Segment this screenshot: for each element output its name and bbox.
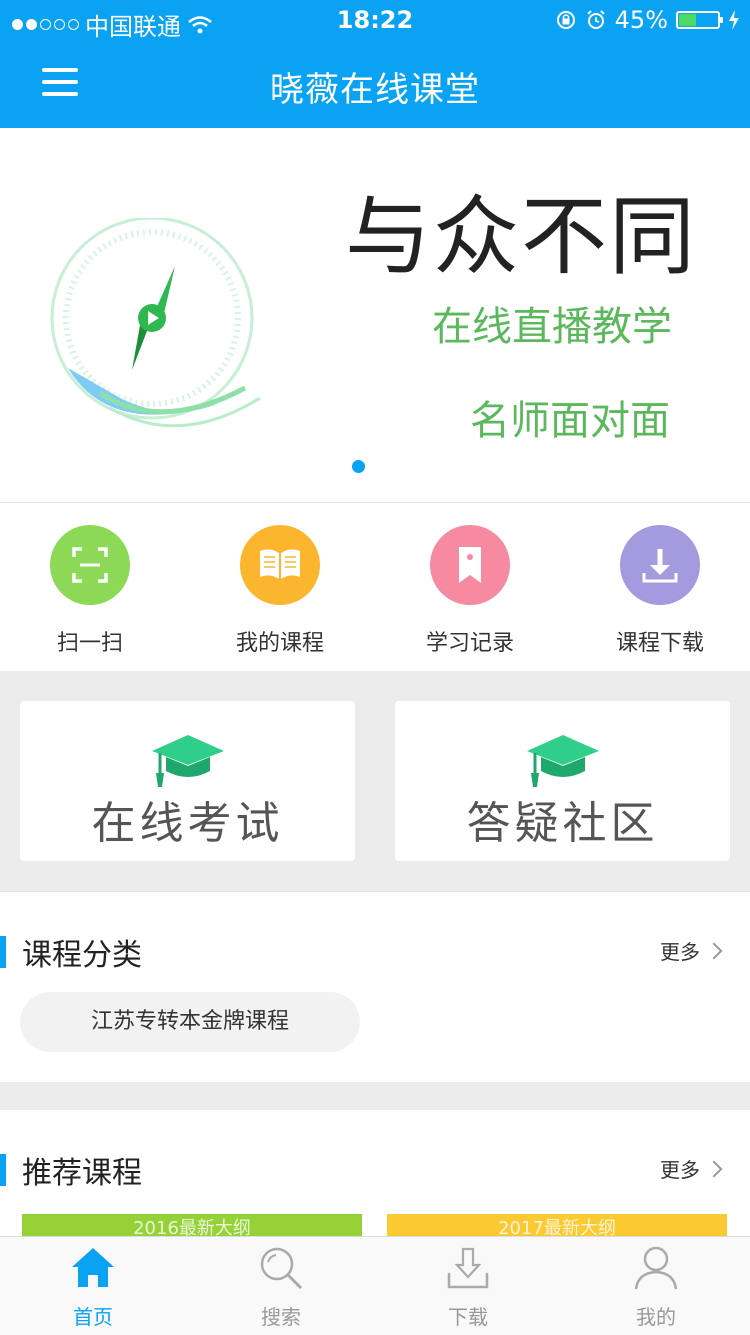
online-exam-label: 在线考试	[91, 798, 284, 849]
battery-icon	[676, 11, 723, 29]
bookmark-icon	[430, 525, 510, 605]
quick-action-label: 我的课程	[235, 631, 324, 656]
more-link[interactable]: 更多	[660, 936, 723, 965]
quick-action-my-courses[interactable]: 我的课程	[195, 525, 365, 657]
home-icon	[72, 1248, 114, 1287]
graduation-cap-icon	[20, 733, 355, 789]
quick-action-study-records[interactable]: 学习记录	[385, 525, 555, 657]
tab-label: 下载	[448, 1305, 488, 1329]
online-exam-card[interactable]: 在线考试	[20, 701, 355, 861]
tab-download[interactable]: 下载	[408, 1245, 528, 1330]
feature-cards-area: 在线考试 答疑社区	[0, 671, 750, 892]
search-icon	[260, 1247, 303, 1290]
download-icon	[620, 525, 700, 605]
quick-action-label: 扫一扫	[56, 631, 123, 656]
tab-search[interactable]: 搜索	[221, 1245, 341, 1330]
section-header: 课程分类 更多	[0, 924, 750, 984]
alarm-icon	[586, 10, 605, 29]
tab-label: 首页	[73, 1305, 113, 1329]
section-accent-bar	[0, 1154, 6, 1186]
compass-play-logo	[50, 218, 261, 428]
nav-bar: 晓薇在线课堂	[0, 40, 750, 128]
section-title: 推荐课程	[22, 1156, 142, 1191]
chevron-right-icon	[705, 942, 723, 959]
section-title: 课程分类	[22, 938, 142, 973]
status-bar: 中国联通 18:22 45%	[0, 0, 750, 41]
section-header: 推荐课程 更多	[0, 1142, 750, 1202]
course-category-section: 课程分类 更多 江苏专转本金牌课程	[0, 892, 750, 1082]
quick-action-scan[interactable]: 扫一扫	[5, 525, 175, 657]
graduation-cap-icon	[395, 733, 730, 789]
more-label: 更多	[660, 940, 700, 964]
quick-actions: 扫一扫 我的课程 学习记录 课程下载	[0, 503, 750, 671]
download-tray-icon	[447, 1247, 489, 1289]
section-accent-bar	[0, 936, 6, 968]
banner-carousel[interactable]: 与众不同 在线直播教学 名师面对面	[0, 128, 750, 503]
status-right: 45%	[555, 6, 740, 34]
more-label: 更多	[660, 1158, 700, 1182]
chevron-right-icon	[705, 1160, 723, 1177]
book-icon	[240, 525, 320, 605]
tab-bar: 首页 搜索 下载 我的	[0, 1236, 750, 1335]
banner-line-2: 名师面对面	[470, 398, 670, 444]
quick-action-label: 课程下载	[615, 631, 704, 656]
banner-headline: 与众不同	[345, 187, 697, 287]
category-chip[interactable]: 江苏专转本金牌课程	[20, 992, 360, 1052]
more-link[interactable]: 更多	[660, 1154, 723, 1183]
tab-label: 我的	[636, 1305, 676, 1329]
tab-label: 搜索	[261, 1305, 301, 1329]
rotation-lock-icon	[556, 11, 575, 29]
tab-home[interactable]: 首页	[33, 1245, 153, 1330]
tab-me[interactable]: 我的	[596, 1245, 716, 1330]
qa-community-card[interactable]: 答疑社区	[395, 701, 730, 861]
carousel-page-indicator[interactable]	[352, 460, 365, 473]
page-title: 晓薇在线课堂	[270, 70, 480, 110]
user-icon	[634, 1246, 678, 1290]
quick-action-course-download[interactable]: 课程下载	[575, 525, 745, 657]
battery-percent: 45%	[614, 6, 668, 34]
banner-line-1: 在线直播教学	[432, 304, 672, 350]
section-divider	[0, 1082, 750, 1110]
charging-icon	[729, 10, 739, 30]
qa-community-label: 答疑社区	[466, 798, 659, 849]
quick-action-label: 学习记录	[425, 631, 514, 656]
scan-icon	[50, 525, 130, 605]
